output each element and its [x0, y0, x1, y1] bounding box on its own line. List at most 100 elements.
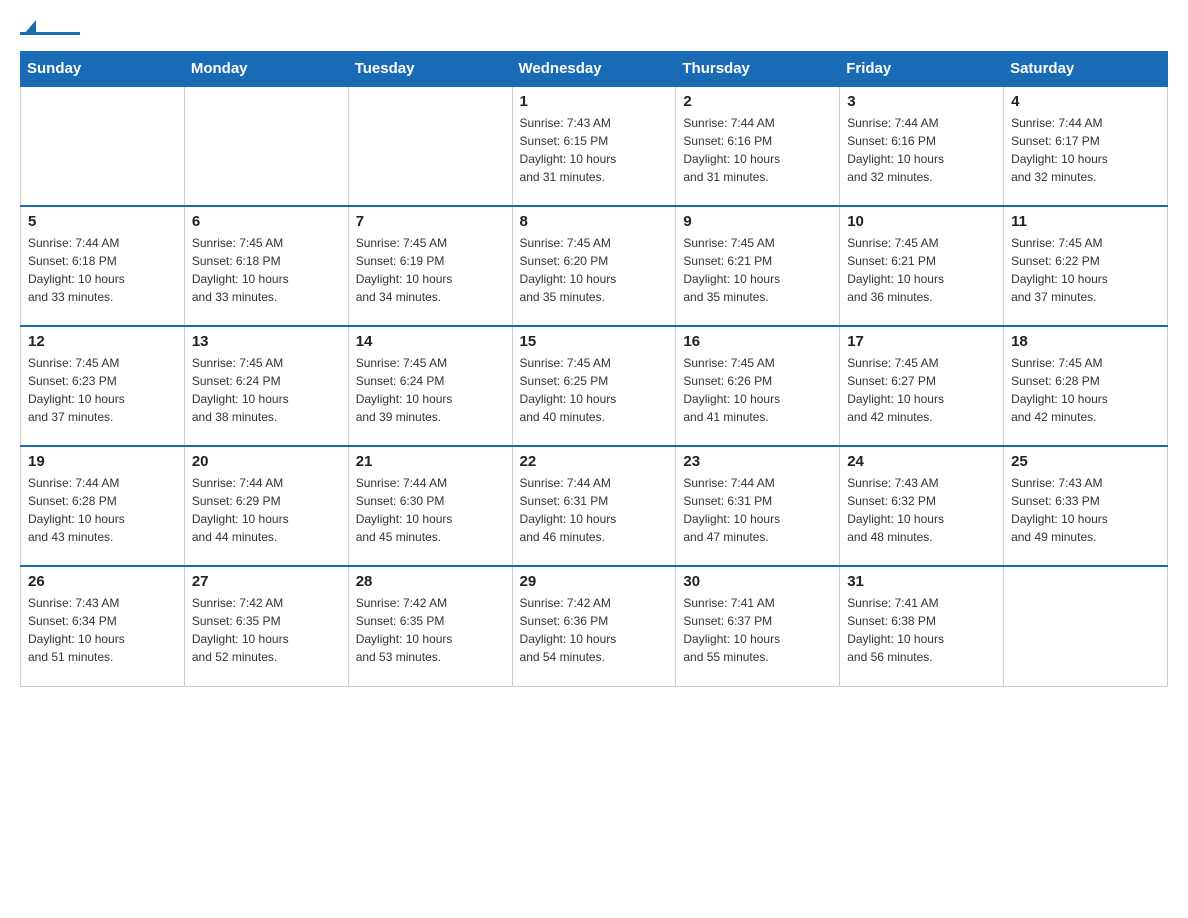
calendar-cell: 22 Sunrise: 7:44 AM Sunset: 6:31 PM Dayli… — [512, 446, 676, 566]
calendar-cell: 16 Sunrise: 7:45 AM Sunset: 6:26 PM Dayli… — [676, 326, 840, 446]
day-info: Sunrise: 7:44 AM Sunset: 6:31 PM Dayligh… — [520, 474, 669, 546]
day-info: Sunrise: 7:45 AM Sunset: 6:18 PM Dayligh… — [192, 234, 341, 306]
calendar-week-row: 19 Sunrise: 7:44 AM Sunset: 6:28 PM Dayli… — [21, 446, 1168, 566]
day-number: 5 — [28, 213, 177, 230]
calendar-cell: 18 Sunrise: 7:45 AM Sunset: 6:28 PM Dayli… — [1004, 326, 1168, 446]
calendar-cell — [348, 86, 512, 206]
calendar-cell: 14 Sunrise: 7:45 AM Sunset: 6:24 PM Dayli… — [348, 326, 512, 446]
day-number: 2 — [683, 93, 832, 110]
calendar-cell: 31 Sunrise: 7:41 AM Sunset: 6:38 PM Dayli… — [840, 566, 1004, 686]
day-number: 25 — [1011, 453, 1160, 470]
day-info: Sunrise: 7:44 AM Sunset: 6:28 PM Dayligh… — [28, 474, 177, 546]
day-number: 17 — [847, 333, 996, 350]
day-of-week-header: Friday — [840, 52, 1004, 87]
calendar-cell — [1004, 566, 1168, 686]
day-number: 7 — [356, 213, 505, 230]
day-info: Sunrise: 7:43 AM Sunset: 6:15 PM Dayligh… — [520, 114, 669, 186]
day-info: Sunrise: 7:45 AM Sunset: 6:24 PM Dayligh… — [356, 354, 505, 426]
day-info: Sunrise: 7:41 AM Sunset: 6:38 PM Dayligh… — [847, 594, 996, 666]
logo — [20, 20, 84, 35]
calendar-cell: 4Sunrise: 7:44 AM Sunset: 6:17 PM Daylig… — [1004, 86, 1168, 206]
calendar-cell: 13 Sunrise: 7:45 AM Sunset: 6:24 PM Dayli… — [184, 326, 348, 446]
day-number: 20 — [192, 453, 341, 470]
day-info: Sunrise: 7:42 AM Sunset: 6:36 PM Dayligh… — [520, 594, 669, 666]
day-number: 10 — [847, 213, 996, 230]
calendar-cell: 23 Sunrise: 7:44 AM Sunset: 6:31 PM Dayli… — [676, 446, 840, 566]
day-number: 11 — [1011, 213, 1160, 230]
day-info: Sunrise: 7:42 AM Sunset: 6:35 PM Dayligh… — [356, 594, 505, 666]
calendar-cell: 9 Sunrise: 7:45 AM Sunset: 6:21 PM Daylig… — [676, 206, 840, 326]
calendar-cell: 17Sunrise: 7:45 AM Sunset: 6:27 PM Dayli… — [840, 326, 1004, 446]
calendar-cell: 11 Sunrise: 7:45 AM Sunset: 6:22 PM Dayli… — [1004, 206, 1168, 326]
day-info: Sunrise: 7:45 AM Sunset: 6:28 PM Dayligh… — [1011, 354, 1160, 426]
day-number: 30 — [683, 573, 832, 590]
calendar-cell: 1 Sunrise: 7:43 AM Sunset: 6:15 PM Daylig… — [512, 86, 676, 206]
day-number: 31 — [847, 573, 996, 590]
day-number: 1 — [520, 93, 669, 110]
calendar-cell: 8 Sunrise: 7:45 AM Sunset: 6:20 PM Daylig… — [512, 206, 676, 326]
calendar-cell: 21Sunrise: 7:44 AM Sunset: 6:30 PM Dayli… — [348, 446, 512, 566]
day-of-week-header: Tuesday — [348, 52, 512, 87]
calendar-cell: 25Sunrise: 7:43 AM Sunset: 6:33 PM Dayli… — [1004, 446, 1168, 566]
day-number: 6 — [192, 213, 341, 230]
day-info: Sunrise: 7:44 AM Sunset: 6:16 PM Dayligh… — [683, 114, 832, 186]
day-number: 9 — [683, 213, 832, 230]
calendar-cell: 2 Sunrise: 7:44 AM Sunset: 6:16 PM Daylig… — [676, 86, 840, 206]
day-number: 3 — [847, 93, 996, 110]
day-number: 19 — [28, 453, 177, 470]
calendar-cell: 27 Sunrise: 7:42 AM Sunset: 6:35 PM Dayli… — [184, 566, 348, 686]
day-info: Sunrise: 7:45 AM Sunset: 6:22 PM Dayligh… — [1011, 234, 1160, 306]
day-of-week-header: Sunday — [21, 52, 185, 87]
day-info: Sunrise: 7:44 AM Sunset: 6:16 PM Dayligh… — [847, 114, 996, 186]
days-of-week-row: SundayMondayTuesdayWednesdayThursdayFrid… — [21, 52, 1168, 87]
day-info: Sunrise: 7:45 AM Sunset: 6:20 PM Dayligh… — [520, 234, 669, 306]
day-info: Sunrise: 7:45 AM Sunset: 6:25 PM Dayligh… — [520, 354, 669, 426]
calendar-cell: 7 Sunrise: 7:45 AM Sunset: 6:19 PM Daylig… — [348, 206, 512, 326]
day-number: 14 — [356, 333, 505, 350]
day-number: 15 — [520, 333, 669, 350]
day-number: 27 — [192, 573, 341, 590]
calendar-cell: 19 Sunrise: 7:44 AM Sunset: 6:28 PM Dayli… — [21, 446, 185, 566]
day-number: 18 — [1011, 333, 1160, 350]
day-number: 29 — [520, 573, 669, 590]
calendar-cell: 29 Sunrise: 7:42 AM Sunset: 6:36 PM Dayli… — [512, 566, 676, 686]
day-of-week-header: Monday — [184, 52, 348, 87]
calendar-header: SundayMondayTuesdayWednesdayThursdayFrid… — [21, 52, 1168, 87]
day-info: Sunrise: 7:42 AM Sunset: 6:35 PM Dayligh… — [192, 594, 341, 666]
day-info: Sunrise: 7:45 AM Sunset: 6:24 PM Dayligh… — [192, 354, 341, 426]
day-info: Sunrise: 7:44 AM Sunset: 6:30 PM Dayligh… — [356, 474, 505, 546]
calendar-cell — [21, 86, 185, 206]
calendar-cell: 12 Sunrise: 7:45 AM Sunset: 6:23 PM Dayli… — [21, 326, 185, 446]
calendar-cell: 10Sunrise: 7:45 AM Sunset: 6:21 PM Dayli… — [840, 206, 1004, 326]
day-info: Sunrise: 7:45 AM Sunset: 6:26 PM Dayligh… — [683, 354, 832, 426]
page-header — [20, 20, 1168, 35]
calendar-cell — [184, 86, 348, 206]
day-number: 23 — [683, 453, 832, 470]
day-info: Sunrise: 7:45 AM Sunset: 6:23 PM Dayligh… — [28, 354, 177, 426]
day-number: 16 — [683, 333, 832, 350]
calendar-week-row: 26 Sunrise: 7:43 AM Sunset: 6:34 PM Dayli… — [21, 566, 1168, 686]
day-info: Sunrise: 7:45 AM Sunset: 6:21 PM Dayligh… — [683, 234, 832, 306]
calendar-cell: 28Sunrise: 7:42 AM Sunset: 6:35 PM Dayli… — [348, 566, 512, 686]
day-info: Sunrise: 7:45 AM Sunset: 6:19 PM Dayligh… — [356, 234, 505, 306]
day-number: 8 — [520, 213, 669, 230]
day-info: Sunrise: 7:44 AM Sunset: 6:29 PM Dayligh… — [192, 474, 341, 546]
calendar-cell: 20 Sunrise: 7:44 AM Sunset: 6:29 PM Dayli… — [184, 446, 348, 566]
day-info: Sunrise: 7:43 AM Sunset: 6:34 PM Dayligh… — [28, 594, 177, 666]
day-number: 13 — [192, 333, 341, 350]
day-of-week-header: Saturday — [1004, 52, 1168, 87]
day-number: 24 — [847, 453, 996, 470]
calendar-body: 1 Sunrise: 7:43 AM Sunset: 6:15 PM Daylig… — [21, 86, 1168, 686]
calendar-week-row: 5Sunrise: 7:44 AM Sunset: 6:18 PM Daylig… — [21, 206, 1168, 326]
day-number: 12 — [28, 333, 177, 350]
day-of-week-header: Wednesday — [512, 52, 676, 87]
day-number: 22 — [520, 453, 669, 470]
calendar-cell: 15 Sunrise: 7:45 AM Sunset: 6:25 PM Dayli… — [512, 326, 676, 446]
calendar-cell: 3 Sunrise: 7:44 AM Sunset: 6:16 PM Daylig… — [840, 86, 1004, 206]
day-number: 26 — [28, 573, 177, 590]
day-info: Sunrise: 7:44 AM Sunset: 6:31 PM Dayligh… — [683, 474, 832, 546]
calendar-cell: 5Sunrise: 7:44 AM Sunset: 6:18 PM Daylig… — [21, 206, 185, 326]
logo-underline — [20, 32, 80, 35]
day-info: Sunrise: 7:41 AM Sunset: 6:37 PM Dayligh… — [683, 594, 832, 666]
day-info: Sunrise: 7:43 AM Sunset: 6:32 PM Dayligh… — [847, 474, 996, 546]
